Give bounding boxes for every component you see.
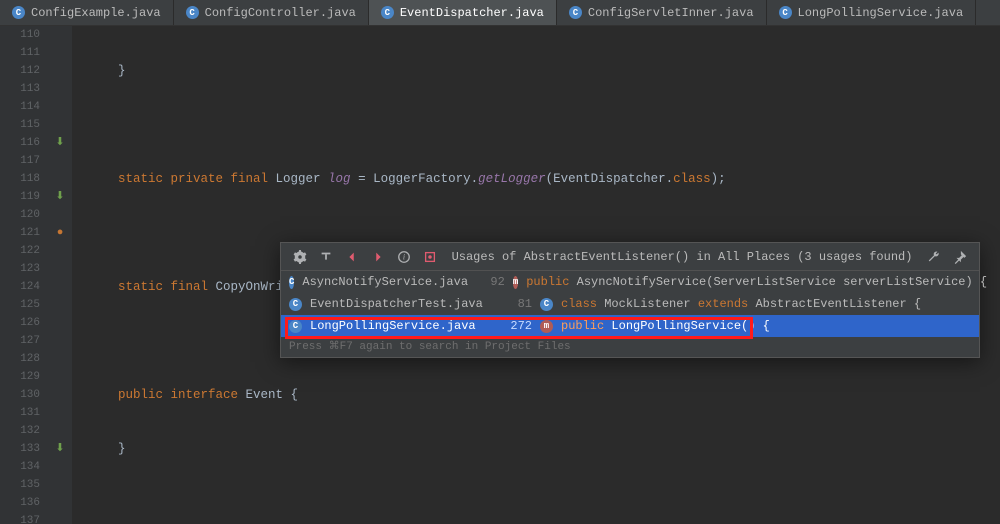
- method-icon: m: [513, 276, 518, 289]
- usages-line-number: 272: [498, 319, 532, 333]
- code-line: public interface Event {: [88, 386, 1000, 404]
- java-class-icon: C: [186, 6, 199, 19]
- code-line: }: [88, 440, 1000, 458]
- tab-event-dispatcher[interactable]: C EventDispatcher.java: [369, 0, 557, 25]
- usages-snippet: public AsyncNotifyService(ServerListServ…: [526, 275, 987, 289]
- pin-tab-icon[interactable]: [949, 246, 971, 268]
- code-line: }: [88, 62, 1000, 80]
- tab-config-example[interactable]: C ConfigExample.java: [0, 0, 174, 25]
- editor-area: 1101111121131141151161171181191201211221…: [0, 26, 1000, 524]
- tab-long-polling-service[interactable]: C LongPollingService.java: [767, 0, 977, 25]
- line-number-gutter[interactable]: 1101111121131141151161171181191201211221…: [0, 26, 48, 524]
- editor-tabs: C ConfigExample.java C ConfigController.ja…: [0, 0, 1000, 26]
- tab-label: LongPollingService.java: [798, 6, 964, 20]
- usages-row[interactable]: C EventDispatcherTest.java 81 Cclass MockLi…: [281, 293, 979, 315]
- usages-file: AsyncNotifyService.java: [302, 275, 482, 289]
- wrench-icon[interactable]: [923, 246, 945, 268]
- usages-snippet: public LongPollingService() {: [561, 319, 770, 333]
- tab-label: ConfigServletInner.java: [588, 6, 754, 20]
- usages-title: Usages of AbstractEventListener() in All…: [445, 250, 919, 264]
- tab-config-servlet-inner[interactable]: C ConfigServletInner.java: [557, 0, 767, 25]
- code-line: static private final Logger log = Logger…: [88, 170, 1000, 188]
- gutter-marks[interactable]: ⬇⬇●⬇⬇: [48, 26, 72, 524]
- tab-label: EventDispatcher.java: [400, 6, 544, 20]
- java-class-icon: C: [569, 6, 582, 19]
- next-occurrence-icon[interactable]: [367, 246, 389, 268]
- java-class-icon: C: [289, 320, 302, 333]
- usages-row[interactable]: C LongPollingService.java 272 m public LongP…: [281, 315, 979, 337]
- usages-snippet: class MockListener extends AbstractEvent…: [561, 297, 921, 311]
- target-icon[interactable]: [419, 246, 441, 268]
- usages-hint: Press ⌘F7 again to search in Project Fil…: [281, 337, 979, 357]
- usages-row[interactable]: CAsyncNotifyService.java92mpublic AsyncN…: [281, 271, 979, 293]
- java-class-icon: C: [779, 6, 792, 19]
- info-icon[interactable]: i: [393, 246, 415, 268]
- java-class-icon: C: [12, 6, 25, 19]
- java-class-icon: C: [289, 298, 302, 311]
- usages-line-number: 92: [490, 275, 504, 289]
- prev-occurrence-icon[interactable]: [341, 246, 363, 268]
- find-usages-popup: i Usages of AbstractEventListener() in A…: [280, 242, 980, 358]
- pin-icon[interactable]: [315, 246, 337, 268]
- tab-config-controller[interactable]: C ConfigController.java: [174, 0, 369, 25]
- class-icon: C: [540, 298, 553, 311]
- java-class-icon: C: [381, 6, 394, 19]
- usages-file: LongPollingService.java: [310, 319, 490, 333]
- usages-toolbar: i Usages of AbstractEventListener() in A…: [281, 243, 979, 271]
- svg-text:i: i: [403, 252, 405, 261]
- usages-list: CAsyncNotifyService.java92mpublic AsyncN…: [281, 271, 979, 337]
- usages-line-number: 81: [498, 297, 532, 311]
- usages-file: EventDispatcherTest.java: [310, 297, 490, 311]
- method-icon: m: [540, 320, 553, 333]
- settings-icon[interactable]: [289, 246, 311, 268]
- tab-label: ConfigExample.java: [31, 6, 161, 20]
- java-class-icon: C: [289, 276, 294, 289]
- tab-label: ConfigController.java: [205, 6, 356, 20]
